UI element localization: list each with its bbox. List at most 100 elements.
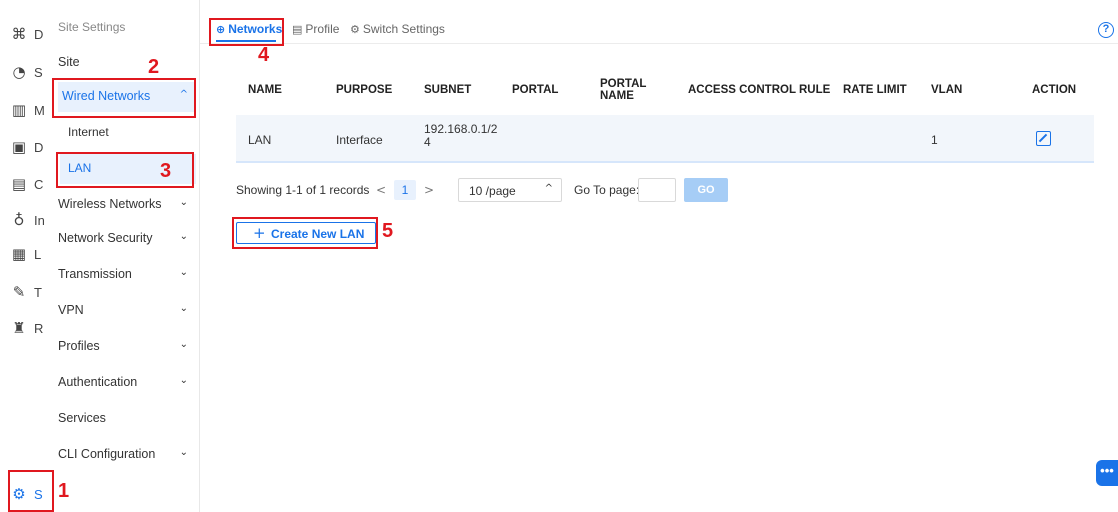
tools-icon: ✎ bbox=[12, 283, 26, 301]
submenu-header: Site Settings bbox=[58, 12, 196, 36]
statistics-icon: ◔ bbox=[12, 63, 26, 81]
active-tab-indicator bbox=[216, 40, 276, 42]
reports-icon: ♜ bbox=[12, 319, 26, 337]
rail-label: R bbox=[34, 321, 44, 336]
rail-item-statistics[interactable]: ◔ S bbox=[0, 56, 50, 90]
menu-item-transmission[interactable]: Transmission ⌄ bbox=[58, 260, 196, 290]
main-content: ⊕ Networks ▤ Profile ⚙ Switch Settings ? NA… bbox=[200, 0, 1118, 512]
rail-item-clients[interactable]: ▤ C bbox=[0, 168, 50, 202]
go-button[interactable]: GO bbox=[684, 178, 728, 202]
prev-page-icon[interactable]: < bbox=[372, 180, 390, 200]
rail-item-tools[interactable]: ✎ T bbox=[0, 276, 50, 310]
menu-item-label: Wireless Networks bbox=[58, 197, 162, 211]
rail-item-logs[interactable]: ▦ L bbox=[0, 238, 50, 272]
menu-item-wired-networks[interactable]: Wired Networks ^ bbox=[58, 82, 196, 112]
tab-profile[interactable]: ▤ Profile bbox=[292, 22, 339, 36]
rail-label: C bbox=[34, 177, 44, 192]
column-header-vlan: VLAN bbox=[931, 84, 963, 96]
rail-item-map[interactable]: ▥ M bbox=[0, 94, 50, 128]
annotation-number-3: 3 bbox=[160, 160, 172, 182]
create-new-lan-button[interactable]: + Create New LAN bbox=[236, 222, 376, 244]
nav-rail: ⌘ D ◔ S ▥ M ▣ D ▤ C ♁ In ▦ L ✎ T ♜ R ⚙ S bbox=[0, 0, 50, 512]
cell-name: LAN bbox=[248, 133, 272, 147]
dashboard-icon: ⌘ bbox=[11, 25, 27, 43]
gear-icon: ⚙ bbox=[350, 23, 360, 36]
column-header-portal-name-line2: NAME bbox=[600, 90, 634, 102]
rail-item-dashboard[interactable]: ⌘ D bbox=[0, 18, 50, 52]
menu-item-label: Site bbox=[58, 55, 80, 69]
document-icon: ▤ bbox=[292, 23, 303, 36]
edit-icon[interactable] bbox=[1036, 131, 1051, 146]
cell-purpose: Interface bbox=[336, 133, 383, 147]
menu-item-services[interactable]: Services bbox=[58, 404, 196, 434]
tab-bar: ⊕ Networks ▤ Profile ⚙ Switch Settings ? bbox=[200, 0, 1118, 44]
rail-label: M bbox=[34, 103, 45, 118]
rail-label: D bbox=[34, 27, 44, 42]
chevron-down-icon: ⌄ bbox=[179, 303, 188, 314]
page-number-1[interactable]: 1 bbox=[394, 180, 416, 200]
goto-page-input[interactable] bbox=[638, 178, 676, 202]
plus-icon: + bbox=[253, 224, 266, 242]
menu-item-vpn[interactable]: VPN ⌄ bbox=[58, 296, 196, 326]
annotation-number-4: 4 bbox=[258, 44, 270, 66]
rail-label: T bbox=[34, 285, 42, 300]
chevron-down-icon: ⌄ bbox=[179, 231, 188, 242]
tab-label: Switch Settings bbox=[362, 22, 445, 36]
table-row: LAN Interface 192.168.0.1/2 4 1 bbox=[236, 115, 1094, 163]
insights-icon: ♁ bbox=[13, 211, 25, 229]
column-header-subnet: SUBNET bbox=[424, 84, 472, 96]
menu-item-wireless-networks[interactable]: Wireless Networks ⌄ bbox=[58, 190, 196, 220]
chevron-down-icon: ⌄ bbox=[179, 197, 188, 208]
next-page-icon[interactable]: > bbox=[420, 180, 438, 200]
rail-label: S bbox=[34, 487, 43, 502]
menu-item-label: Wired Networks bbox=[62, 89, 151, 103]
submenu-item-label: Internet bbox=[68, 125, 109, 139]
menu-item-cli-configuration[interactable]: CLI Configuration ⌄ bbox=[58, 440, 196, 470]
rail-item-devices[interactable]: ▣ D bbox=[0, 131, 50, 165]
cell-subnet-line1: 192.168.0.1/2 bbox=[424, 122, 498, 136]
column-header-rate-limit: RATE LIMIT bbox=[843, 84, 907, 96]
goto-label: Go To page: bbox=[574, 183, 640, 197]
menu-item-label: Authentication bbox=[58, 375, 138, 389]
table-header: NAME PURPOSE SUBNET PORTAL PORTAL NAME AC… bbox=[236, 70, 1094, 114]
menu-item-network-security[interactable]: Network Security ⌄ bbox=[58, 224, 196, 254]
menu-item-label: Profiles bbox=[58, 339, 100, 353]
menu-item-site[interactable]: Site bbox=[58, 48, 196, 78]
chat-icon[interactable]: ••• bbox=[1096, 460, 1118, 486]
column-header-action: ACTION bbox=[1032, 84, 1077, 96]
devices-icon: ▣ bbox=[11, 138, 27, 156]
settings-submenu: Site Settings Site Wired Networks ^ Inte… bbox=[50, 0, 200, 512]
cell-subnet: 192.168.0.1/2 4 bbox=[424, 123, 497, 149]
submenu-header-label: Site Settings bbox=[58, 20, 126, 34]
annotation-number-1: 1 bbox=[58, 480, 70, 502]
menu-item-label: CLI Configuration bbox=[58, 447, 156, 461]
page-size-value: 10 /page bbox=[469, 184, 516, 198]
tab-networks[interactable]: ⊕ Networks bbox=[216, 22, 282, 36]
column-header-portal-name: PORTAL NAME bbox=[600, 78, 646, 102]
settings-icon: ⚙ bbox=[12, 485, 26, 503]
cell-vlan: 1 bbox=[931, 133, 938, 147]
submenu-item-internet[interactable]: Internet bbox=[60, 118, 196, 148]
submenu-item-label: LAN bbox=[68, 161, 92, 175]
menu-item-label: Services bbox=[58, 411, 106, 425]
help-icon[interactable]: ? bbox=[1098, 22, 1114, 38]
tab-switch-settings[interactable]: ⚙ Switch Settings bbox=[350, 22, 445, 36]
rail-label: L bbox=[34, 247, 42, 262]
page-size-select[interactable]: 10 /page ^ bbox=[458, 178, 562, 202]
chevron-down-icon: ⌄ bbox=[179, 375, 188, 386]
rail-item-settings[interactable]: ⚙ S bbox=[0, 478, 50, 512]
submenu-item-lan[interactable]: LAN bbox=[60, 154, 196, 184]
menu-item-label: Transmission bbox=[58, 267, 132, 281]
rail-item-reports[interactable]: ♜ R bbox=[0, 312, 50, 346]
chevron-up-icon: ^ bbox=[179, 89, 188, 100]
chevron-down-icon: ⌄ bbox=[179, 339, 188, 350]
menu-item-profiles[interactable]: Profiles ⌄ bbox=[58, 332, 196, 362]
menu-item-authentication[interactable]: Authentication ⌄ bbox=[58, 368, 196, 398]
globe-icon: ⊕ bbox=[216, 23, 226, 36]
annotation-number-5: 5 bbox=[382, 220, 394, 242]
column-header-portal-name-line1: PORTAL bbox=[600, 78, 647, 90]
rail-label: S bbox=[34, 65, 43, 80]
rail-item-insights[interactable]: ♁ In bbox=[0, 204, 50, 238]
map-icon: ▥ bbox=[11, 101, 27, 119]
chevron-up-icon: ^ bbox=[544, 183, 553, 194]
